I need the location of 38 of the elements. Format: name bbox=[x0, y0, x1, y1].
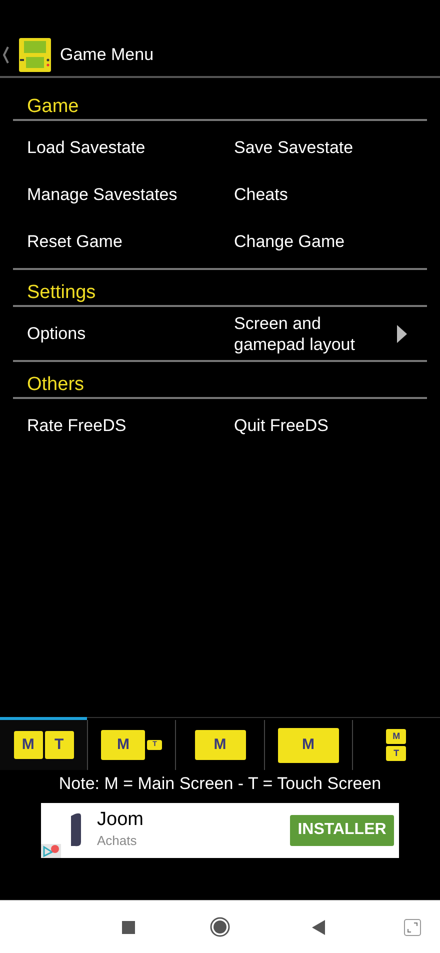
ad-choices-icon[interactable] bbox=[41, 844, 61, 858]
menu-item[interactable]: Screen and gamepad layout bbox=[234, 312, 369, 354]
menu-item[interactable]: Quit FreeDS bbox=[234, 415, 328, 436]
ad-subtitle: Achats bbox=[97, 832, 138, 850]
menu-item[interactable]: Change Game bbox=[234, 231, 345, 252]
menu-item[interactable]: Rate FreeDS bbox=[27, 415, 126, 436]
menu-item[interactable]: Reset Game bbox=[27, 231, 122, 252]
menu-item[interactable]: Manage Savestates bbox=[27, 184, 178, 205]
section-heading: Settings bbox=[13, 278, 427, 307]
section-heading: Others bbox=[13, 370, 427, 399]
screen-block: T bbox=[44, 731, 74, 759]
screen-block: M bbox=[194, 730, 246, 760]
ad-banner[interactable]: Joom Achats INSTALLER bbox=[41, 802, 399, 858]
submenu-arrow-icon bbox=[397, 324, 407, 342]
ad-title: Joom bbox=[97, 809, 144, 832]
handheld-console-icon bbox=[18, 38, 52, 72]
layout-note: Note: M = Main Screen - T = Touch Screen bbox=[58, 773, 382, 795]
menu-title: Game Menu bbox=[60, 44, 154, 66]
section-heading: Game bbox=[13, 92, 427, 121]
menu-item[interactable]: Save Savestate bbox=[234, 137, 354, 158]
layout-option[interactable]: M T bbox=[352, 720, 440, 770]
screen-block: T bbox=[386, 746, 406, 761]
home-button-icon[interactable] bbox=[210, 917, 230, 937]
menu-item[interactable]: Load Savestate bbox=[27, 137, 146, 158]
screen-block: M bbox=[386, 729, 406, 744]
back-button-icon[interactable] bbox=[312, 920, 325, 934]
layout-option[interactable]: M bbox=[264, 720, 352, 770]
screen-block: M bbox=[278, 728, 339, 762]
menu-item[interactable]: Options bbox=[27, 323, 86, 344]
app-logo-icon bbox=[71, 812, 81, 848]
screen-block: M bbox=[14, 731, 43, 759]
screen-block: M bbox=[101, 730, 146, 760]
expand-icon[interactable] bbox=[404, 918, 421, 936]
layout-option[interactable]: M T bbox=[0, 720, 88, 770]
back-icon[interactable] bbox=[3, 46, 9, 64]
layout-option[interactable]: M bbox=[175, 720, 264, 770]
menu-item[interactable]: Cheats bbox=[234, 184, 288, 205]
recents-button-icon[interactable] bbox=[122, 920, 135, 934]
